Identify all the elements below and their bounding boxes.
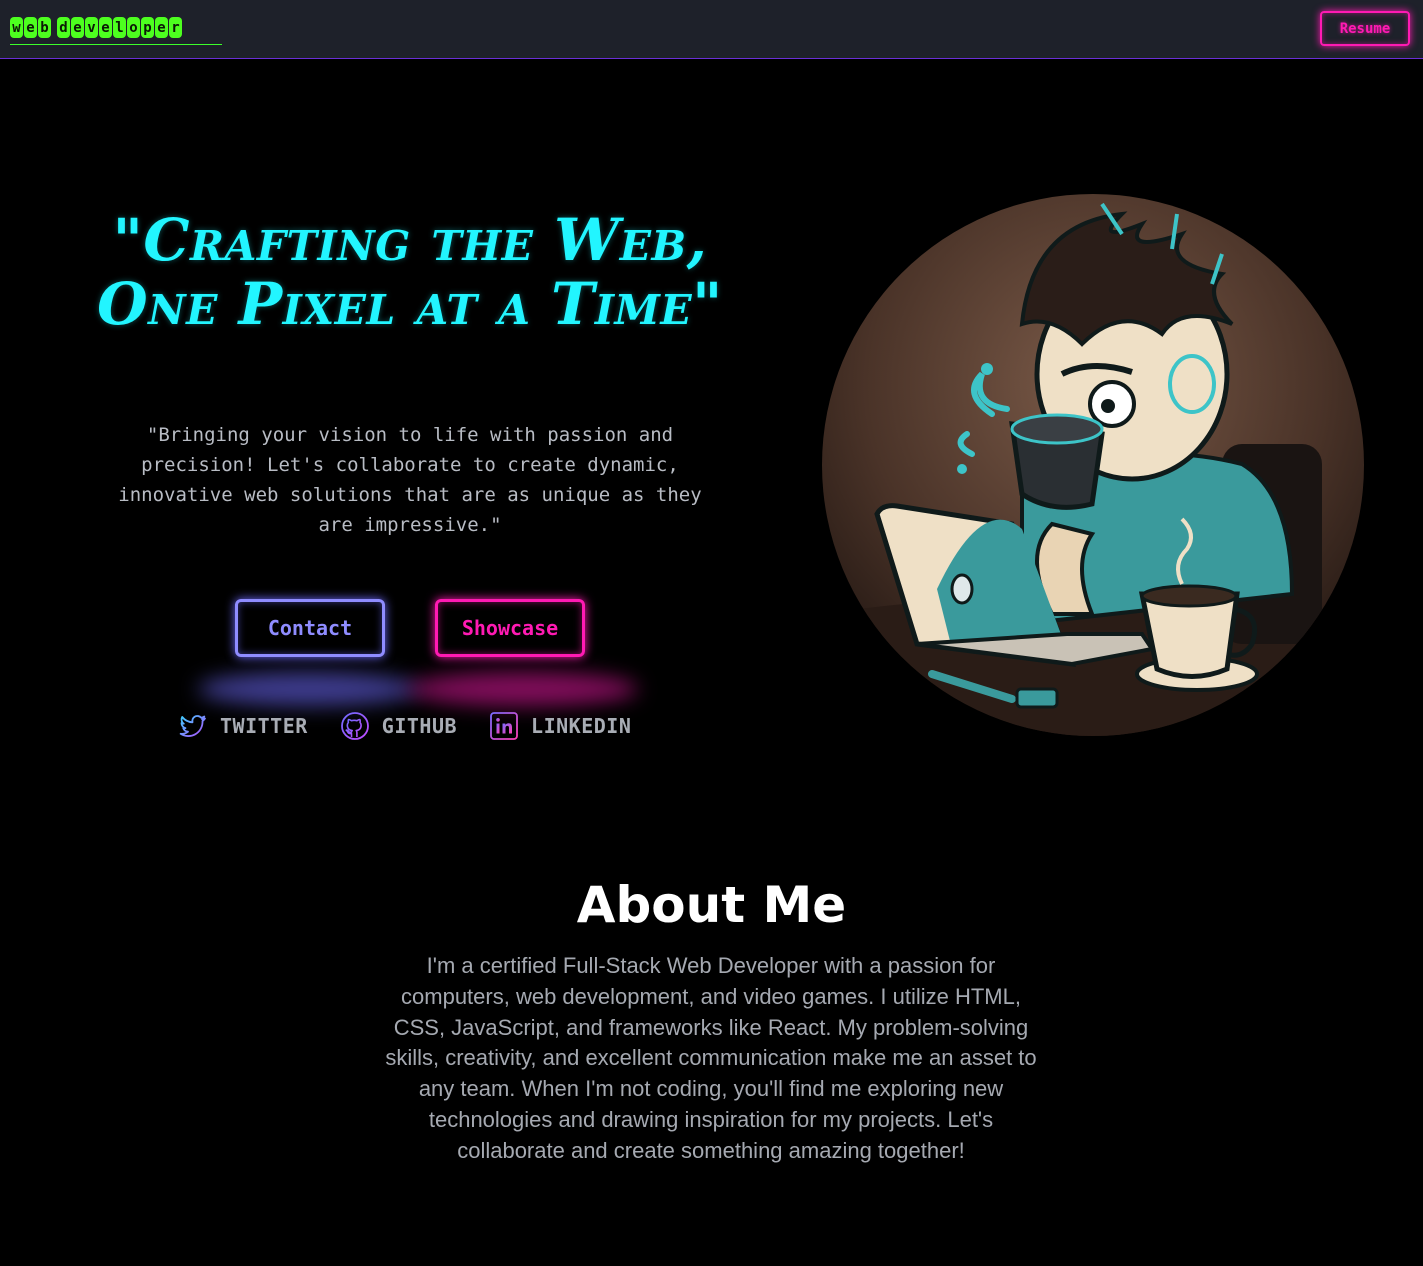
twitter-link[interactable]: TWITTER [178,711,308,741]
brand-logo-letter: b [38,17,51,38]
hero-subtitle: "Bringing your vision to life with passi… [118,424,702,536]
brand-logo-letter: r [169,17,182,38]
brand-logo-letter: e [99,17,112,38]
contact-button[interactable]: Contact [235,599,385,657]
brand-logo-letter: d [57,17,70,38]
brand-logo-letter: p [141,17,154,38]
github-label: GITHUB [381,714,458,738]
brand-logo-letter: o [127,17,140,38]
developer-illustration [822,194,1364,736]
brand-logo-letter: e [24,17,37,38]
about-text: I'm a certified Full-Stack Web Developer… [385,953,1037,1163]
navbar: webdeveloper Resume [0,0,1423,59]
twitter-icon [179,715,206,737]
about-title: About Me [576,876,847,934]
linkedin-link[interactable]: LINKEDIN [489,711,631,741]
showcase-glow-reflection [408,672,638,706]
linkedin-label: LINKEDIN [531,714,632,738]
brand-logo-letter: v [85,17,98,38]
resume-button[interactable]: Resume [1320,11,1410,46]
brand-logo-letter: w [10,17,23,38]
brand-logo-letter: e [155,17,168,38]
brand-logo[interactable]: webdeveloper [10,17,222,45]
developer-illustration-art [822,194,1364,736]
linkedin-icon [490,712,518,740]
twitter-label: TWITTER [220,714,308,738]
brand-logo-letter: l [113,17,126,38]
showcase-button[interactable]: Showcase [435,599,585,657]
cta-buttons: Contact Showcase [235,599,585,657]
social-links: TWITTER GITHUB LINKEDIN [178,708,663,744]
contact-glow-reflection [198,672,418,706]
github-icon [340,712,369,740]
hero-title: "Crafting the Web, One Pixel at a Time" [60,208,760,336]
github-link[interactable]: GITHUB [340,711,457,741]
brand-logo-letter: e [71,17,84,38]
hero-title-line-2: One Pixel at a Time" [97,270,723,338]
hero-title-line-1: "Crafting the Web, [112,206,708,274]
